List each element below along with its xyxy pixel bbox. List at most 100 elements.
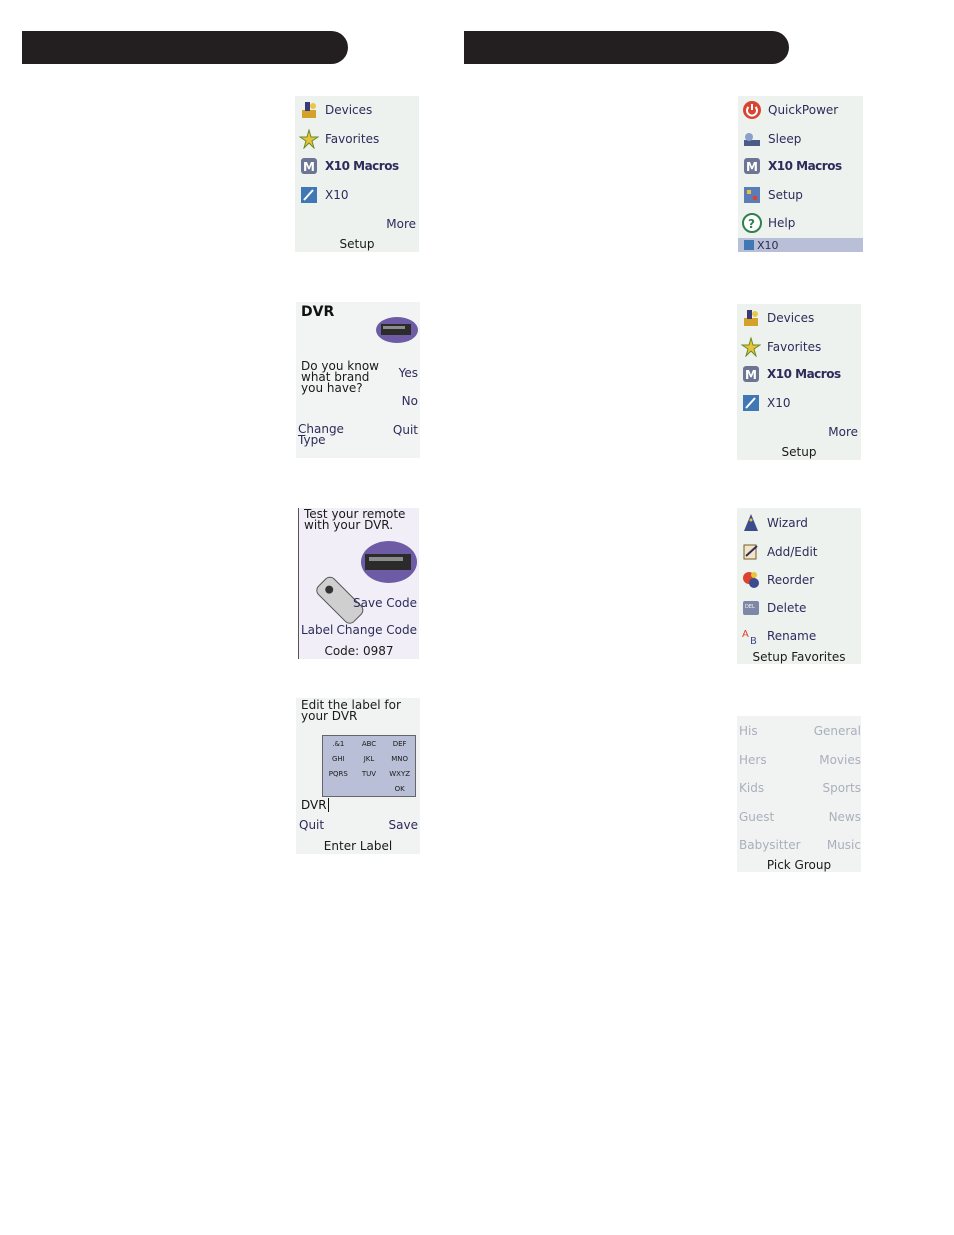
rename-icon: AB [741,626,761,646]
menu-item-x10-macros[interactable]: M X10 Macros [741,363,841,385]
keypad-key[interactable]: JKL [364,755,375,763]
menu-item-devices[interactable]: Devices [741,307,814,329]
screen-title: DVR [301,304,335,320]
svg-text:M: M [746,160,758,174]
screen-caption: Setup [781,445,817,459]
group-item[interactable]: Sports [823,781,861,795]
group-item[interactable]: Kids [739,781,764,795]
no-softkey[interactable]: No [402,394,418,408]
menu-item-label: Rename [767,629,817,643]
keypad-key[interactable]: TUV [362,770,376,778]
menu-item-rename[interactable]: AB Rename [741,625,816,647]
screen-dvr-brand: DVR Do you know what brand you have? Yes… [296,302,420,458]
save-code-softkey[interactable]: Save Code [353,596,417,610]
keypad-key[interactable]: PQRS [329,770,348,778]
x10-macros-icon: M [299,156,319,176]
screen-quickpower-menu: QuickPower Sleep M X10 Macros Setup ? He… [738,96,863,252]
group-item[interactable]: News [829,810,861,824]
menu-item-label: Wizard [767,516,808,530]
sleep-icon [742,129,762,149]
screen-edit-label: Edit the label for your DVR .&1 ABC DEF GHI… [296,698,420,854]
delete-icon: DEL [741,598,761,618]
menu-item-x10[interactable]: X10 [299,184,349,206]
screen-caption: Setup Favorites [752,650,846,664]
keypad-key[interactable]: MNO [391,755,408,763]
section-header-right [464,31,789,64]
menu-item-label: Setup [768,188,803,202]
menu-item-label: QuickPower [768,103,839,117]
keypad-key[interactable]: WXYZ [389,770,410,778]
group-item[interactable]: His [739,724,758,738]
devices-icon [299,100,319,120]
keypad-key[interactable]: .&1 [332,740,344,748]
menu-item-devices[interactable]: Devices [299,99,372,121]
power-icon [742,100,762,120]
keypad-key[interactable]: DEF [393,740,407,748]
more-softkey[interactable]: More [828,425,858,439]
menu-item-x10[interactable]: X10 [741,392,791,414]
x10-macros-icon: M [742,156,762,176]
menu-item-favorites[interactable]: Favorites [299,128,379,150]
menu-item-add-edit[interactable]: Add/Edit [741,541,818,563]
keypad-key[interactable]: GHI [332,755,345,763]
code-readout: Code: 0987 [324,644,394,658]
screen-setup-favorites: Wizard Add/Edit Reorder DEL Delete AB Re… [737,508,861,664]
reorder-icon [741,570,761,590]
menu-item-label: X10 Macros [767,367,841,381]
dvr-device-icon [375,310,419,348]
more-softkey[interactable]: More [386,217,416,231]
yes-softkey[interactable]: Yes [399,366,418,380]
menu-item-x10-macros[interactable]: M X10 Macros [742,155,842,177]
keypad-key[interactable]: OK [395,785,405,793]
remote-dvr-illustration [307,536,419,628]
setup-icon [742,185,762,205]
help-icon: ? [742,213,762,233]
keypad-key[interactable]: ABC [362,740,376,748]
menu-item-label: X10 [325,188,349,202]
menu-item-quickpower[interactable]: QuickPower [742,99,838,121]
screen-devices-menu-2: Devices Favorites M X10 Macros X10 More … [737,304,861,460]
menu-item-label: Help [768,216,796,230]
menu-item-help[interactable]: ? Help [742,212,795,234]
menu-item-setup[interactable]: Setup [742,184,803,206]
menu-item-wizard[interactable]: Wizard [741,512,808,534]
menu-item-sleep[interactable]: Sleep [742,128,801,150]
selected-bar-x10[interactable]: X10 [738,238,863,252]
keypad: .&1 ABC DEF GHI JKL MNO PQRS TUV WXYZ OK [322,735,416,797]
group-item[interactable]: Guest [739,810,774,824]
group-item[interactable]: General [814,724,861,738]
menu-item-label: Sleep [768,132,802,146]
label-softkey[interactable]: Label [301,623,333,637]
group-item[interactable]: Hers [739,753,767,767]
change-code-softkey[interactable]: Change Code [337,623,417,637]
screen-devices-menu-1: Devices Favorites M X10 Macros X10 More … [295,96,419,252]
screen-pick-group: His Hers Kids Guest Babysitter General Movies… [737,716,861,872]
menu-item-favorites[interactable]: Favorites [741,336,821,358]
group-item[interactable]: Music [827,838,861,852]
menu-item-label: Reorder [767,573,815,587]
devices-icon [741,308,761,328]
menu-item-label: X10 Macros [768,159,842,173]
group-item[interactable]: Movies [819,753,861,767]
add-edit-icon [741,542,761,562]
menu-item-label: Delete [767,601,807,615]
label-input[interactable]: DVR [301,798,329,812]
section-header-left [22,31,348,64]
svg-text:M: M [745,368,757,382]
x10-icon [299,185,319,205]
change-type-softkey[interactable]: Change Type [298,423,348,446]
save-softkey[interactable]: Save [389,818,418,832]
test-prompt: Test your remote with your DVR. [304,508,406,532]
group-item[interactable]: Babysitter [739,838,801,852]
menu-item-x10-macros[interactable]: M X10 Macros [299,155,399,177]
svg-text:?: ? [748,217,755,231]
quit-softkey[interactable]: Quit [299,818,324,832]
menu-item-reorder[interactable]: Reorder [741,569,814,591]
favorites-icon [299,129,319,149]
favorites-icon [741,337,761,357]
x10-small-icon [744,240,754,250]
svg-text:DEL: DEL [745,604,755,610]
quit-softkey[interactable]: Quit [393,423,418,437]
screen-caption: Pick Group [766,858,832,872]
menu-item-delete[interactable]: DEL Delete [741,597,806,619]
